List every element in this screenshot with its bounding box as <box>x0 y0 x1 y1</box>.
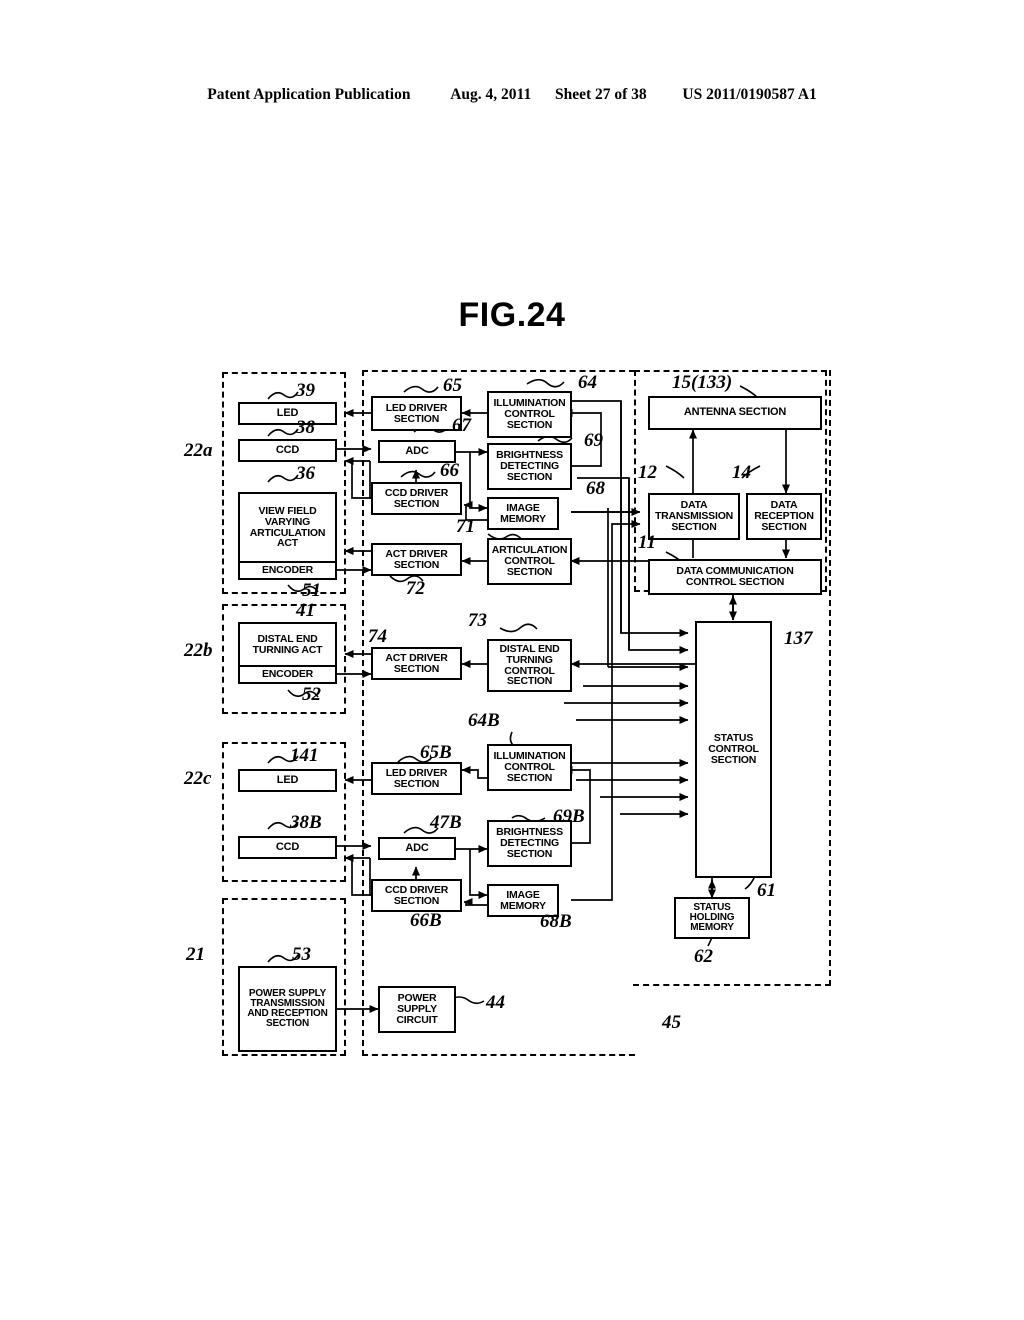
block-status-control-section[interactable]: STATUS CONTROL SECTION <box>695 621 772 878</box>
group-label-22b: 22b <box>184 640 213 661</box>
group-label-22c: 22c <box>184 768 212 789</box>
group-label-22a: 22a <box>184 440 213 461</box>
block-power-supply-circuit[interactable]: POWER SUPPLY CIRCUIT <box>378 986 456 1033</box>
ref-65: 65 <box>443 375 462 396</box>
block-distal-end-turning-control[interactable]: DISTAL END TURNING CONTROL SECTION <box>487 639 572 692</box>
ref-73: 73 <box>468 610 487 631</box>
ref-38B: 38B <box>290 812 322 833</box>
block-view-field-act[interactable]: VIEW FIELD VARYING ARTICULATION ACT ENCO… <box>238 492 337 580</box>
ref-44: 44 <box>486 992 505 1013</box>
ref-38: 38 <box>296 417 315 438</box>
ref-69: 69 <box>584 430 603 451</box>
ref-12: 12 <box>638 462 657 483</box>
block-distal-encoder: ENCODER <box>240 665 335 682</box>
ref-68: 68 <box>586 478 605 499</box>
block-brightness-detecting[interactable]: BRIGHTNESS DETECTING SECTION <box>487 443 572 490</box>
group-label-45: 45 <box>662 1012 681 1033</box>
block-ccd-driver-b[interactable]: CCD DRIVER SECTION <box>371 879 462 912</box>
block-distal-end-turning-act[interactable]: DISTAL END TURNING ACT ENCODER <box>238 622 337 684</box>
block-data-communication-control[interactable]: DATA COMMUNICATION CONTROL SECTION <box>648 559 822 595</box>
block-illumination-control-b[interactable]: ILLUMINATION CONTROL SECTION <box>487 744 572 791</box>
block-illumination-control[interactable]: ILLUMINATION CONTROL SECTION <box>487 391 572 438</box>
ref-15-133: 15(133) <box>672 372 733 393</box>
ref-69B: 69B <box>553 806 585 827</box>
ref-36: 36 <box>296 463 315 484</box>
block-distal-act-label: DISTAL END TURNING ACT <box>252 632 323 656</box>
block-led-driver[interactable]: LED DRIVER SECTION <box>371 396 462 431</box>
ref-64: 64 <box>578 372 597 393</box>
block-view-field-act-label: VIEW FIELD VARYING ARTICULATION ACT <box>249 505 326 550</box>
ref-11: 11 <box>638 532 656 553</box>
ref-72: 72 <box>406 578 425 599</box>
ref-65B: 65B <box>420 742 452 763</box>
group-label-137: 137 <box>784 628 813 649</box>
block-image-memory[interactable]: IMAGE MEMORY <box>487 497 559 530</box>
block-adc-b[interactable]: ADC <box>378 837 456 860</box>
ref-141: 141 <box>290 745 319 766</box>
block-ccd-a[interactable]: CCD <box>238 439 337 462</box>
block-data-reception[interactable]: DATA RECEPTION SECTION <box>746 493 822 540</box>
group-22c <box>222 742 346 882</box>
block-status-holding-memory[interactable]: STATUS HOLDING MEMORY <box>674 897 750 939</box>
ref-66B: 66B <box>410 910 442 931</box>
block-led-driver-b[interactable]: LED DRIVER SECTION <box>371 762 462 795</box>
block-led-a[interactable]: LED <box>238 402 337 425</box>
block-view-field-encoder: ENCODER <box>240 561 335 578</box>
block-power-supply-tx-rx[interactable]: POWER SUPPLY TRANSMISSION AND RECEPTION … <box>238 966 337 1052</box>
ref-52: 52 <box>302 684 321 705</box>
block-led-c[interactable]: LED <box>238 769 337 792</box>
ref-66: 66 <box>440 460 459 481</box>
block-ccd-c[interactable]: CCD <box>238 836 337 859</box>
block-act-driver[interactable]: ACT DRIVER SECTION <box>371 543 462 576</box>
block-antenna-section[interactable]: ANTENNA SECTION <box>648 396 822 430</box>
block-act-driver-b[interactable]: ACT DRIVER SECTION <box>371 647 462 680</box>
ref-53: 53 <box>292 944 311 965</box>
block-articulation-control[interactable]: ARTICULATION CONTROL SECTION <box>487 538 572 585</box>
ref-47B: 47B <box>430 812 462 833</box>
ref-67: 67 <box>452 415 471 436</box>
ref-64B: 64B <box>468 710 500 731</box>
ref-68B: 68B <box>540 911 572 932</box>
ref-62: 62 <box>694 946 713 967</box>
block-data-transmission[interactable]: DATA TRANSMISSION SECTION <box>648 493 740 540</box>
ref-71: 71 <box>456 516 475 537</box>
ref-39: 39 <box>296 380 315 401</box>
ref-51: 51 <box>302 580 321 601</box>
group-label-21: 21 <box>186 944 205 965</box>
ref-14: 14 <box>732 462 751 483</box>
ref-41: 41 <box>296 600 315 621</box>
ref-74: 74 <box>368 626 387 647</box>
block-ccd-driver[interactable]: CCD DRIVER SECTION <box>371 482 462 515</box>
ref-61: 61 <box>757 880 776 901</box>
